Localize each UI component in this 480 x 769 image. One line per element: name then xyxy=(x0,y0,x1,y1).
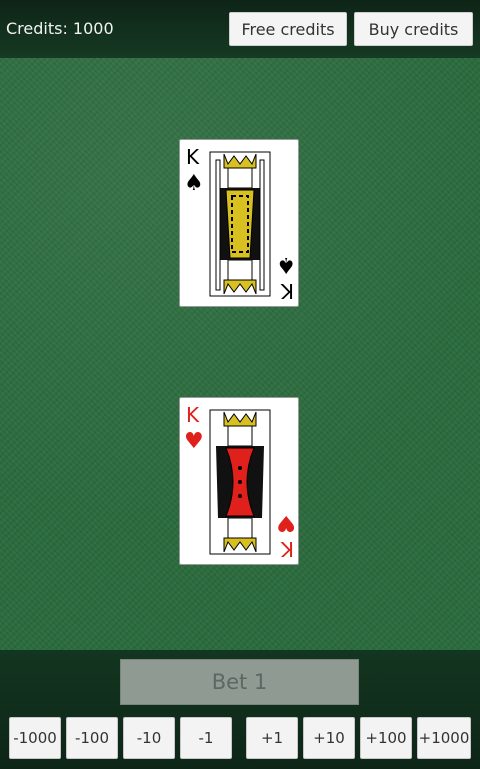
credits-label: Credits: 1000 xyxy=(6,19,114,38)
bet-minus-10-button[interactable]: -10 xyxy=(123,717,175,759)
top-bar: Credits: 1000 Free credits Buy credits xyxy=(0,0,480,58)
bet-minus-100-button[interactable]: -100 xyxy=(66,717,118,759)
card-king-of-spades[interactable]: K ♠ K ♠ xyxy=(179,139,299,307)
card-rank-bottom: K xyxy=(280,279,294,303)
king-figure-icon xyxy=(209,151,271,297)
buy-credits-button[interactable]: Buy credits xyxy=(354,12,473,46)
king-of-hearts-face: K ♥ K ♥ xyxy=(184,403,296,561)
card-suit-bottom: ♠ xyxy=(276,252,296,277)
card-king-of-hearts[interactable]: K ♥ K ♥ xyxy=(179,397,299,565)
bet-plus-10-button[interactable]: +10 xyxy=(303,717,355,759)
bet-minus-1-button[interactable]: -1 xyxy=(180,717,232,759)
card-rank-bottom: K xyxy=(280,537,294,561)
bet-plus-1-button[interactable]: +1 xyxy=(246,717,298,759)
card-suit-top: ♥ xyxy=(184,429,204,454)
bet-plus-100-button[interactable]: +100 xyxy=(360,717,412,759)
card-suit-bottom: ♥ xyxy=(276,510,296,535)
bet-button[interactable]: Bet 1 xyxy=(120,659,359,705)
card-rank-top: K xyxy=(186,145,200,169)
bet-plus-1000-button[interactable]: +1000 xyxy=(417,717,471,759)
card-suit-top: ♠ xyxy=(184,171,204,196)
free-credits-button[interactable]: Free credits xyxy=(229,12,347,46)
bet-minus-1000-button[interactable]: -1000 xyxy=(9,717,61,759)
card-rank-top: K xyxy=(186,403,200,427)
king-of-spades-face: K ♠ K ♠ xyxy=(184,145,296,303)
king-figure-icon xyxy=(209,409,271,555)
